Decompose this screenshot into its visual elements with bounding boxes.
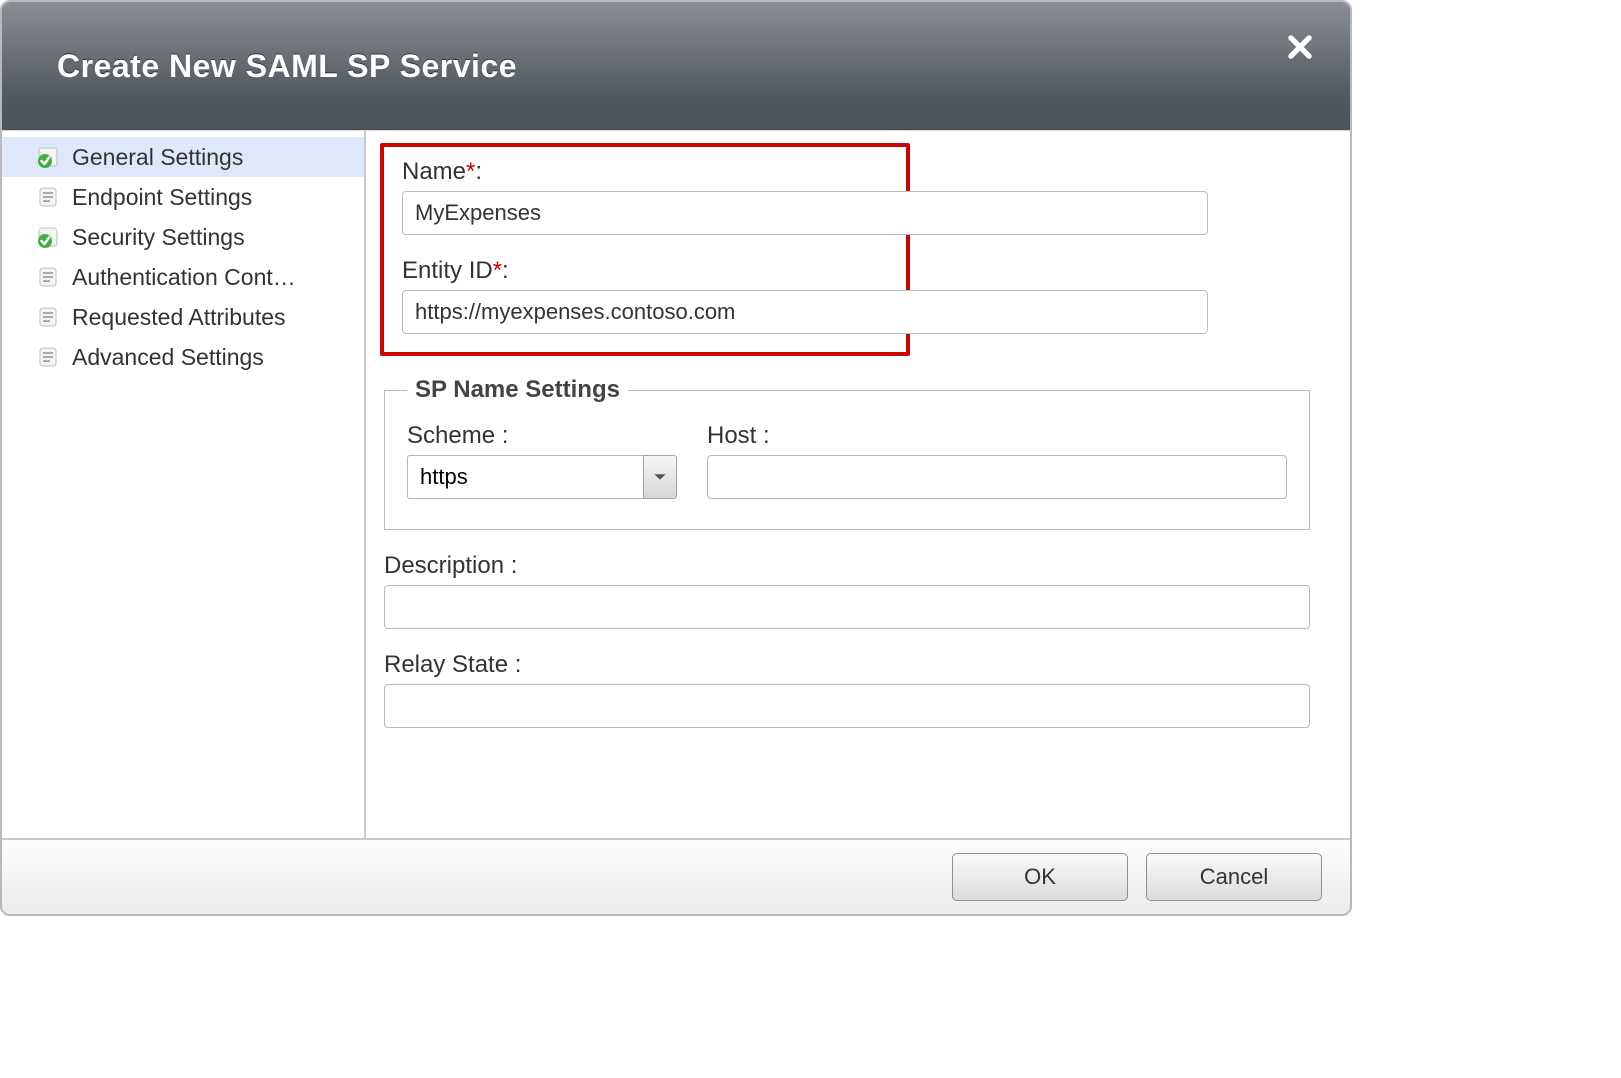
highlight-box: Name*: Entity ID*: <box>380 143 910 356</box>
name-input[interactable] <box>402 191 1208 235</box>
scheme-column: Scheme : <box>407 422 677 499</box>
description-label: Description : <box>384 552 1310 580</box>
entityid-label: Entity ID*: <box>402 257 888 285</box>
scheme-combobox <box>407 455 677 499</box>
close-icon[interactable] <box>1285 32 1315 62</box>
sidebar-item-label: Requested Attributes <box>72 304 286 331</box>
check-circle-icon <box>36 224 62 250</box>
sidebar-item-general-settings[interactable]: General Settings <box>2 137 364 177</box>
relaystate-field-row: Relay State : <box>384 651 1310 728</box>
sidebar-item-label: Security Settings <box>72 224 245 251</box>
entityid-field-row: Entity ID*: <box>402 257 888 334</box>
sidebar-item-label: Advanced Settings <box>72 344 264 371</box>
dialog-window: Create New SAML SP Service General Setti… <box>0 0 1352 916</box>
sp-row: Scheme : Host : <box>407 422 1287 499</box>
document-icon <box>36 344 62 370</box>
check-circle-icon <box>36 144 62 170</box>
dialog-titlebar: Create New SAML SP Service <box>2 2 1350 130</box>
sidebar-item-label: Authentication Cont… <box>72 264 296 291</box>
sidebar-item-label: Endpoint Settings <box>72 184 252 211</box>
sidebar-item-authentication-context[interactable]: Authentication Cont… <box>2 257 364 297</box>
scheme-label: Scheme : <box>407 422 677 450</box>
name-label: Name*: <box>402 158 888 186</box>
ok-button[interactable]: OK <box>952 853 1128 901</box>
scheme-dropdown-button[interactable] <box>643 455 677 499</box>
dialog-footer: OK Cancel <box>2 838 1350 914</box>
relaystate-input[interactable] <box>384 684 1310 728</box>
dialog-body: General Settings Endpoint Settings Securit… <box>2 130 1350 838</box>
description-field-row: Description : <box>384 552 1310 629</box>
name-field-row: Name*: <box>402 158 888 235</box>
sidebar-item-label: General Settings <box>72 144 243 171</box>
scheme-input[interactable] <box>407 455 645 499</box>
chevron-down-icon <box>653 470 667 484</box>
entityid-input[interactable] <box>402 290 1208 334</box>
name-label-text: Name <box>402 158 466 185</box>
required-asterisk: * <box>493 257 502 284</box>
sidebar-item-endpoint-settings[interactable]: Endpoint Settings <box>2 177 364 217</box>
description-input[interactable] <box>384 585 1310 629</box>
sidebar-item-requested-attributes[interactable]: Requested Attributes <box>2 297 364 337</box>
document-icon <box>36 184 62 210</box>
dialog-title: Create New SAML SP Service <box>57 48 517 85</box>
cancel-button[interactable]: Cancel <box>1146 853 1322 901</box>
sidebar-item-security-settings[interactable]: Security Settings <box>2 217 364 257</box>
sidebar: General Settings Endpoint Settings Securit… <box>2 131 366 838</box>
required-asterisk: * <box>466 158 475 185</box>
document-icon <box>36 264 62 290</box>
sp-name-settings-legend: SP Name Settings <box>407 376 628 404</box>
main-panel: Name*: Entity ID*: SP Name <box>366 131 1350 838</box>
relaystate-label: Relay State : <box>384 651 1310 679</box>
sp-name-settings-fieldset: SP Name Settings Scheme : Host : <box>384 376 1310 530</box>
document-icon <box>36 304 62 330</box>
host-column: Host : <box>707 422 1287 499</box>
host-input[interactable] <box>707 455 1287 499</box>
sidebar-item-advanced-settings[interactable]: Advanced Settings <box>2 337 364 377</box>
host-label: Host : <box>707 422 1287 450</box>
entityid-label-text: Entity ID <box>402 257 493 284</box>
